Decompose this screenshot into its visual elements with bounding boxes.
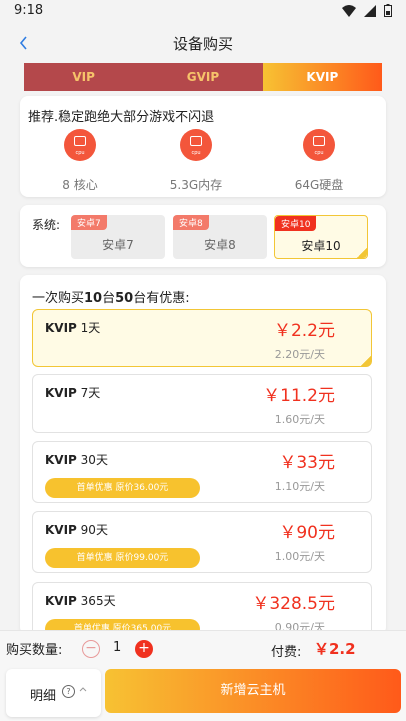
battery-icon (384, 4, 392, 17)
detail-button[interactable]: 明细 ? (6, 669, 101, 717)
system-badge: 安卓7 (71, 215, 107, 230)
system-option-label: 安卓7 (102, 238, 134, 252)
cpu-icon: cpu (64, 129, 96, 161)
tab-kvip[interactable]: KVIP (262, 63, 382, 91)
quantity-minus-button[interactable]: − (82, 640, 100, 658)
tab-gvip[interactable]: GVIP (143, 63, 263, 91)
system-card: 系统: 安卓7 安卓7 安卓8 安卓8 安卓10 安卓10 (20, 205, 386, 267)
plan-name: KVIP 365天 (45, 594, 116, 608)
plan-name: KVIP 90天 (45, 523, 108, 537)
pay-label: 付费: (271, 645, 302, 660)
plan-name: KVIP 1天 (45, 321, 101, 335)
system-option-android7[interactable]: 安卓7 安卓7 (71, 215, 165, 259)
quantity-plus-button[interactable]: + (135, 640, 153, 658)
pay-amount: ￥2.2 (314, 640, 356, 658)
plan-per-day: 1.60元/天 (274, 413, 325, 426)
system-option-label: 安卓10 (301, 239, 341, 253)
status-bar: 9:18 (0, 0, 406, 24)
cpu-icon: cpu (180, 129, 212, 161)
chevron-up-icon (79, 685, 87, 696)
bottom-bar: 购买数量: − 1 + 付费: ￥2.2 明细 ? 新增云主机 (0, 630, 406, 721)
plan-90days[interactable]: KVIP 90天 ￥90元 首单优惠 原价99.00元 1.00元/天 (32, 511, 372, 573)
signal-icon (364, 4, 376, 17)
plan-price: ￥33元 (279, 453, 335, 473)
spec-memory: cpu 5.3G内存 (146, 129, 246, 193)
wifi-icon (342, 4, 356, 17)
system-option-android8[interactable]: 安卓8 安卓8 (173, 215, 267, 259)
question-icon: ? (62, 685, 75, 698)
plan-price: ￥2.2元 (273, 321, 335, 341)
system-badge: 安卓10 (275, 216, 317, 231)
add-cloud-host-button[interactable]: 新增云主机 (105, 669, 401, 713)
system-label: 系统: (32, 218, 61, 232)
plan-price: ￥90元 (279, 523, 335, 543)
top-bar: 设备购买 (0, 24, 406, 62)
spec-cores-value: 8 核心 (62, 178, 98, 192)
bulk-promo-text: 一次购买10台50台有优惠: (32, 291, 190, 306)
plan-price: ￥328.5元 (252, 594, 335, 614)
recommend-text: 推荐.稳定跑绝大部分游戏不闪退 (28, 110, 215, 125)
plan-per-day: 1.00元/天 (274, 550, 325, 563)
vip-tabs: VIP GVIP KVIP (24, 63, 382, 91)
selected-check-icon (361, 356, 371, 366)
system-badge: 安卓8 (173, 215, 209, 230)
status-time: 9:18 (14, 3, 44, 18)
plan-7days[interactable]: KVIP 7天 ￥11.2元 1.60元/天 (32, 374, 372, 433)
plan-1day[interactable]: KVIP 1天 ￥2.2元 2.20元/天 (32, 309, 372, 367)
plans-card: 一次购买10台50台有优惠: KVIP 1天 ￥2.2元 2.20元/天 KVI… (20, 275, 386, 635)
quantity-value: 1 (113, 640, 122, 655)
system-option-label: 安卓8 (204, 238, 236, 252)
spec-cores: cpu 8 核心 (30, 129, 130, 193)
status-icons (342, 4, 392, 17)
spec-disk-value: 64G硬盘 (294, 178, 344, 192)
plan-365days[interactable]: KVIP 365天 ￥328.5元 首单优惠 原价365.00元 0.90元/天 (32, 582, 372, 635)
quantity-label: 购买数量: (6, 643, 63, 658)
page-title: 设备购买 (172, 35, 233, 53)
spec-memory-value: 5.3G内存 (169, 178, 223, 192)
detail-label: 明细 (30, 689, 57, 704)
cpu-icon: cpu (303, 129, 335, 161)
plan-name: KVIP 30天 (45, 453, 108, 467)
first-order-badge: 首单优惠 原价36.00元 (45, 478, 200, 498)
plan-price: ￥11.2元 (263, 386, 335, 406)
plan-per-day: 2.20元/天 (274, 348, 325, 361)
spec-disk: cpu 64G硬盘 (269, 129, 369, 193)
plan-30days[interactable]: KVIP 30天 ￥33元 首单优惠 原价36.00元 1.10元/天 (32, 441, 372, 503)
selected-check-icon (357, 248, 367, 258)
plan-name: KVIP 7天 (45, 386, 101, 400)
system-option-android10[interactable]: 安卓10 安卓10 (274, 215, 368, 259)
spec-card: 推荐.稳定跑绝大部分游戏不闪退 cpu 8 核心 cpu 5.3G内存 cpu … (20, 96, 386, 197)
first-order-badge: 首单优惠 原价99.00元 (45, 548, 200, 568)
plan-per-day: 1.10元/天 (274, 480, 325, 493)
tab-vip[interactable]: VIP (24, 63, 144, 91)
